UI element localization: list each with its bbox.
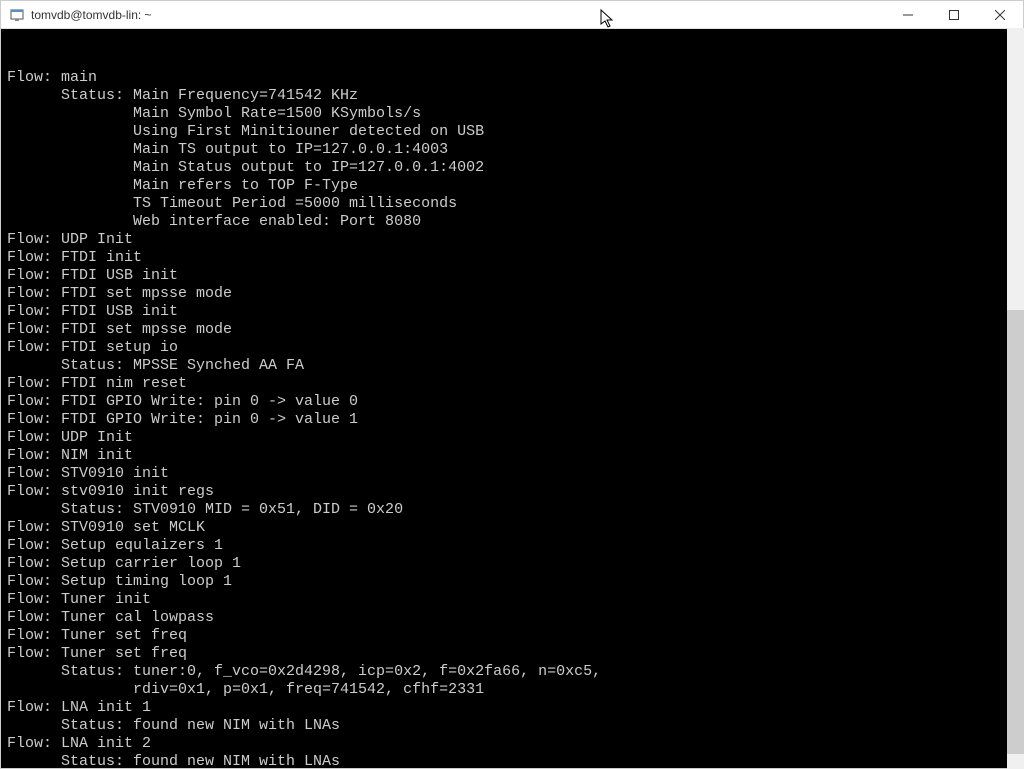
terminal-line: Using First Minitiouner detected on USB bbox=[7, 123, 1017, 141]
terminal-line: Flow: Setup carrier loop 1 bbox=[7, 555, 1017, 573]
terminal-line: Flow: Setup equlaizers 1 bbox=[7, 537, 1017, 555]
terminal-line: Flow: FTDI init bbox=[7, 249, 1017, 267]
terminal-line: Flow: FTDI USB init bbox=[7, 303, 1017, 321]
terminal-line: Flow: NIM init bbox=[7, 447, 1017, 465]
terminal-line: Flow: stv0910 init regs bbox=[7, 483, 1017, 501]
close-button[interactable] bbox=[977, 1, 1023, 28]
terminal-line: Flow: Tuner init bbox=[7, 591, 1017, 609]
maximize-button[interactable] bbox=[931, 1, 977, 28]
terminal-line: Flow: Tuner set freq bbox=[7, 627, 1017, 645]
terminal-line: Flow: Tuner set freq bbox=[7, 645, 1017, 663]
terminal-line: Main refers to TOP F-Type bbox=[7, 177, 1017, 195]
terminal-line: Status: Main Frequency=741542 KHz bbox=[7, 87, 1017, 105]
terminal-line: Flow: FTDI GPIO Write: pin 0 -> value 0 bbox=[7, 393, 1017, 411]
terminal-line: Flow: STV0910 set MCLK bbox=[7, 519, 1017, 537]
terminal-line: Flow: main bbox=[7, 69, 1017, 87]
terminal-line: Flow: FTDI set mpsse mode bbox=[7, 321, 1017, 339]
terminal-line: Flow: FTDI USB init bbox=[7, 267, 1017, 285]
terminal-line: Flow: UDP Init bbox=[7, 429, 1017, 447]
terminal-line: Status: STV0910 MID = 0x51, DID = 0x20 bbox=[7, 501, 1017, 519]
app-icon bbox=[9, 7, 25, 23]
terminal-line: Flow: FTDI set mpsse mode bbox=[7, 285, 1017, 303]
terminal-line: Flow: FTDI GPIO Write: pin 0 -> value 1 bbox=[7, 411, 1017, 429]
terminal-line: Flow: STV0910 init bbox=[7, 465, 1017, 483]
terminal-line: Main Status output to IP=127.0.0.1:4002 bbox=[7, 159, 1017, 177]
scrollbar-thumb[interactable] bbox=[1007, 310, 1024, 755]
terminal-line: Web interface enabled: Port 8080 bbox=[7, 213, 1017, 231]
terminal-line: Flow: UDP Init bbox=[7, 231, 1017, 249]
terminal-line: Flow: FTDI setup io bbox=[7, 339, 1017, 357]
window-controls bbox=[885, 1, 1023, 28]
terminal-line: Flow: Setup timing loop 1 bbox=[7, 573, 1017, 591]
terminal-line: rdiv=0x1, p=0x1, freq=741542, cfhf=2331 bbox=[7, 681, 1017, 699]
terminal-line: Flow: Tuner cal lowpass bbox=[7, 609, 1017, 627]
terminal-line: Status: tuner:0, f_vco=0x2d4298, icp=0x2… bbox=[7, 663, 1017, 681]
titlebar[interactable]: tomvdb@tomvdb-lin: ~ bbox=[1, 1, 1023, 29]
terminal-line: Status: MPSSE Synched AA FA bbox=[7, 357, 1017, 375]
terminal-output[interactable]: Flow: main Status: Main Frequency=741542… bbox=[1, 29, 1023, 768]
window-title: tomvdb@tomvdb-lin: ~ bbox=[31, 8, 885, 22]
terminal-line: Status: found new NIM with LNAs bbox=[7, 753, 1017, 768]
terminal-line: Status: found new NIM with LNAs bbox=[7, 717, 1017, 735]
terminal-line: Flow: FTDI nim reset bbox=[7, 375, 1017, 393]
app-window: tomvdb@tomvdb-lin: ~ Flow: main Status: … bbox=[0, 0, 1024, 769]
terminal-line: Main TS output to IP=127.0.0.1:4003 bbox=[7, 141, 1017, 159]
terminal-line: Flow: LNA init 2 bbox=[7, 735, 1017, 753]
vertical-scrollbar[interactable] bbox=[1007, 28, 1024, 769]
minimize-button[interactable] bbox=[885, 1, 931, 28]
terminal-line: Flow: LNA init 1 bbox=[7, 699, 1017, 717]
terminal-line: Main Symbol Rate=1500 KSymbols/s bbox=[7, 105, 1017, 123]
terminal-line: TS Timeout Period =5000 milliseconds bbox=[7, 195, 1017, 213]
